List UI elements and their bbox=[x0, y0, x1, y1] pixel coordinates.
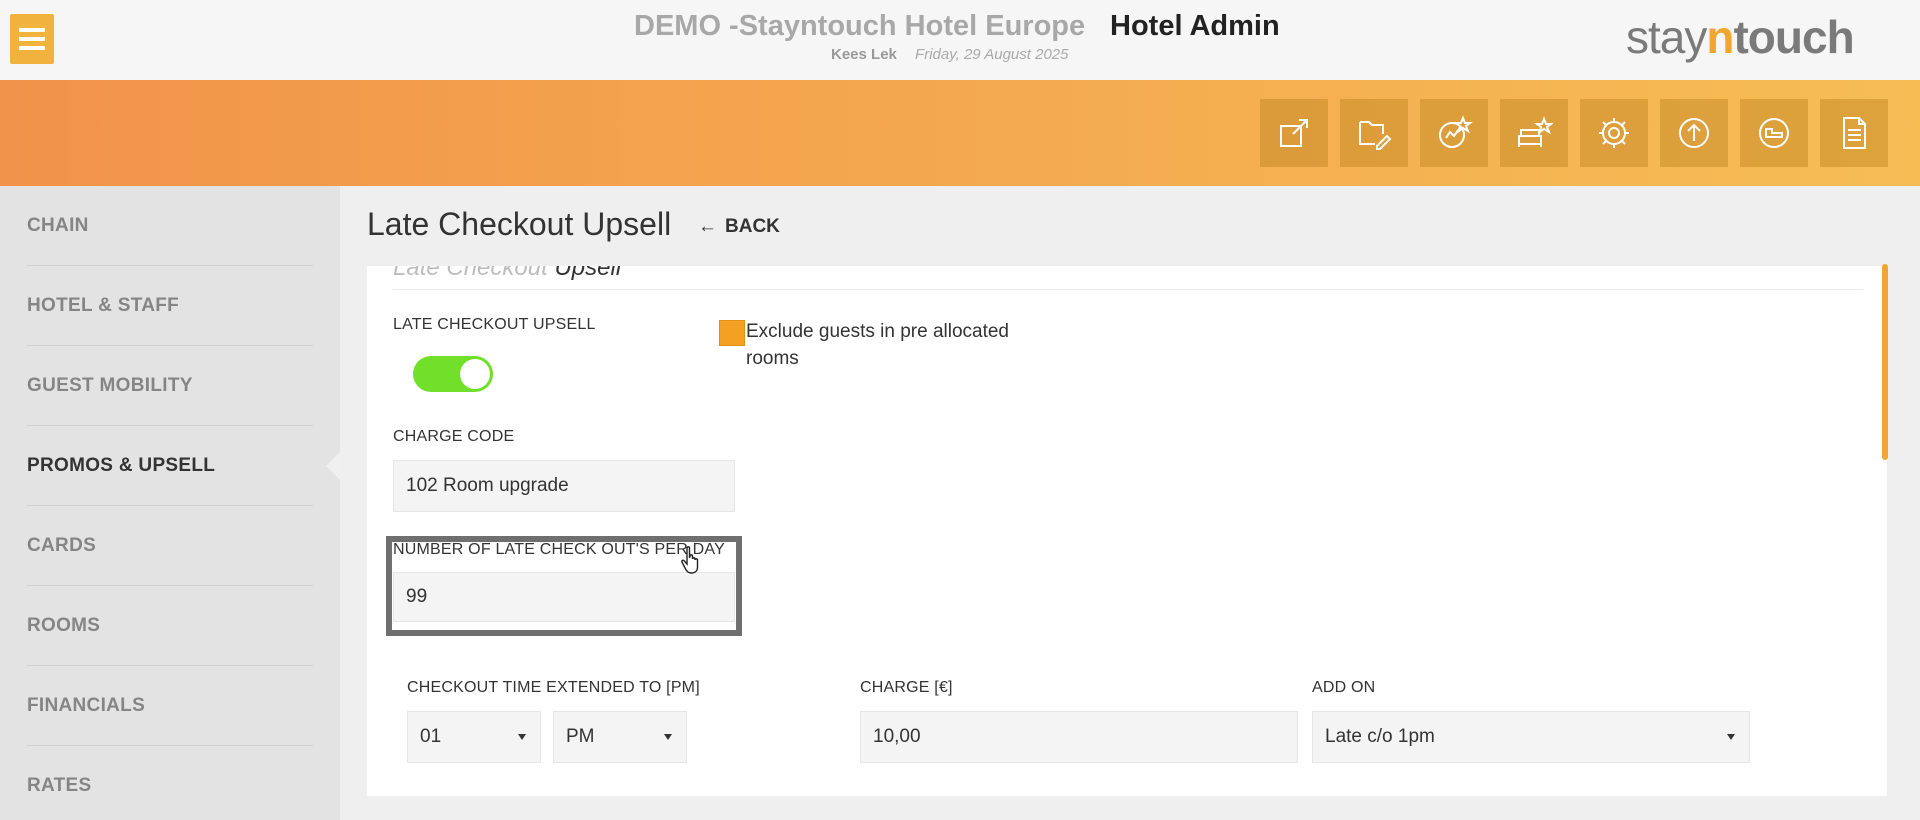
top-header: DEMO -Stayntouch Hotel Europe Hotel Admi… bbox=[0, 0, 1920, 80]
upload-button[interactable] bbox=[1660, 99, 1728, 167]
stayntouch-logo: stayntouch bbox=[1626, 11, 1855, 63]
hamburger-menu-button[interactable] bbox=[10, 14, 54, 64]
checkout-hour-select[interactable]: 01 bbox=[407, 711, 541, 763]
back-label: BACK bbox=[725, 216, 780, 237]
hotel-name: DEMO -Stayntouch Hotel Europe bbox=[634, 10, 1086, 42]
page-title: Late Checkout Upsell bbox=[367, 206, 672, 242]
upload-circle-icon bbox=[1679, 118, 1709, 148]
folder-edit-icon bbox=[1359, 121, 1392, 150]
toggle-knob bbox=[460, 359, 490, 389]
sidebar-item-financials[interactable]: FINANCIALS bbox=[27, 666, 313, 746]
caret-down-icon bbox=[1727, 734, 1735, 740]
charge-label: CHARGE [€] bbox=[860, 679, 953, 696]
caret-down-icon bbox=[518, 734, 526, 740]
settings-button[interactable] bbox=[1580, 99, 1648, 167]
hand-cursor-icon bbox=[681, 546, 699, 574]
charge-field[interactable]: 10,00 bbox=[860, 711, 1298, 763]
sidebar-item-cards[interactable]: CARDS bbox=[27, 506, 313, 586]
add-on-select[interactable]: Late c/o 1pm bbox=[1312, 711, 1750, 763]
exclude-preallocated-label: Exclude guests in pre allocated rooms bbox=[746, 321, 1009, 369]
sidebar-item-promos-upsell[interactable]: PROMOS & UPSELL bbox=[27, 426, 313, 506]
active-indicator bbox=[326, 452, 340, 480]
header-band bbox=[0, 80, 1920, 186]
section-heading: Late Checkout Upsell bbox=[393, 266, 622, 281]
sidebar-item-guest-mobility[interactable]: GUEST MOBILITY bbox=[27, 346, 313, 426]
business-date: Friday, 29 August 2025 bbox=[915, 46, 1069, 63]
sidebar-item-rooms[interactable]: ROOMS bbox=[27, 586, 313, 666]
main-content: Late Checkout Upsell ← BACK Late Checkou… bbox=[340, 186, 1920, 820]
settings-card: Late Checkout Upsell LATE CHECKOUT UPSEL… bbox=[367, 266, 1887, 796]
caret-down-icon bbox=[664, 734, 672, 740]
late-checkout-upsell-label: LATE CHECKOUT UPSELL bbox=[393, 316, 596, 333]
sidebar-nav: CHAIN HOTEL & STAFF GUEST MOBILITY PROMO… bbox=[0, 186, 340, 820]
toolbar bbox=[1260, 99, 1888, 167]
room-button[interactable] bbox=[1740, 99, 1808, 167]
sidebar-item-rates[interactable]: RATES bbox=[27, 746, 313, 820]
gear-icon bbox=[1599, 118, 1629, 148]
divider bbox=[393, 289, 1863, 290]
folder-edit-button[interactable] bbox=[1340, 99, 1408, 167]
document-icon bbox=[1843, 117, 1866, 149]
add-on-label: ADD ON bbox=[1312, 679, 1376, 696]
checkout-time-label: CHECKOUT TIME EXTENDED TO [PM] bbox=[407, 679, 700, 696]
external-link-icon bbox=[1280, 119, 1308, 147]
charge-code-label: CHARGE CODE bbox=[393, 428, 515, 445]
external-link-button[interactable] bbox=[1260, 99, 1328, 167]
chart-star-button[interactable] bbox=[1420, 99, 1488, 167]
chart-star-icon bbox=[1439, 115, 1473, 148]
sofa-star-icon bbox=[1518, 116, 1553, 147]
arrow-left-icon: ← bbox=[698, 216, 717, 237]
sidebar-item-chain[interactable]: CHAIN bbox=[27, 186, 313, 266]
checkout-ampm-select[interactable]: PM bbox=[553, 711, 687, 763]
bed-circle-icon bbox=[1759, 118, 1789, 148]
sidebar-item-hotel-staff[interactable]: HOTEL & STAFF bbox=[27, 266, 313, 346]
menu-icon bbox=[19, 28, 45, 32]
scrollbar-thumb[interactable] bbox=[1882, 264, 1888, 460]
exclude-preallocated-checkbox[interactable] bbox=[719, 320, 745, 346]
late-checkout-upsell-toggle[interactable] bbox=[413, 356, 493, 392]
charge-code-field[interactable]: 102 Room upgrade bbox=[393, 460, 735, 512]
app-name: Hotel Admin bbox=[1110, 10, 1280, 42]
back-button[interactable]: ← BACK bbox=[698, 216, 780, 238]
user-name: Kees Lek bbox=[831, 46, 897, 63]
sofa-star-button[interactable] bbox=[1500, 99, 1568, 167]
document-button[interactable] bbox=[1820, 99, 1888, 167]
